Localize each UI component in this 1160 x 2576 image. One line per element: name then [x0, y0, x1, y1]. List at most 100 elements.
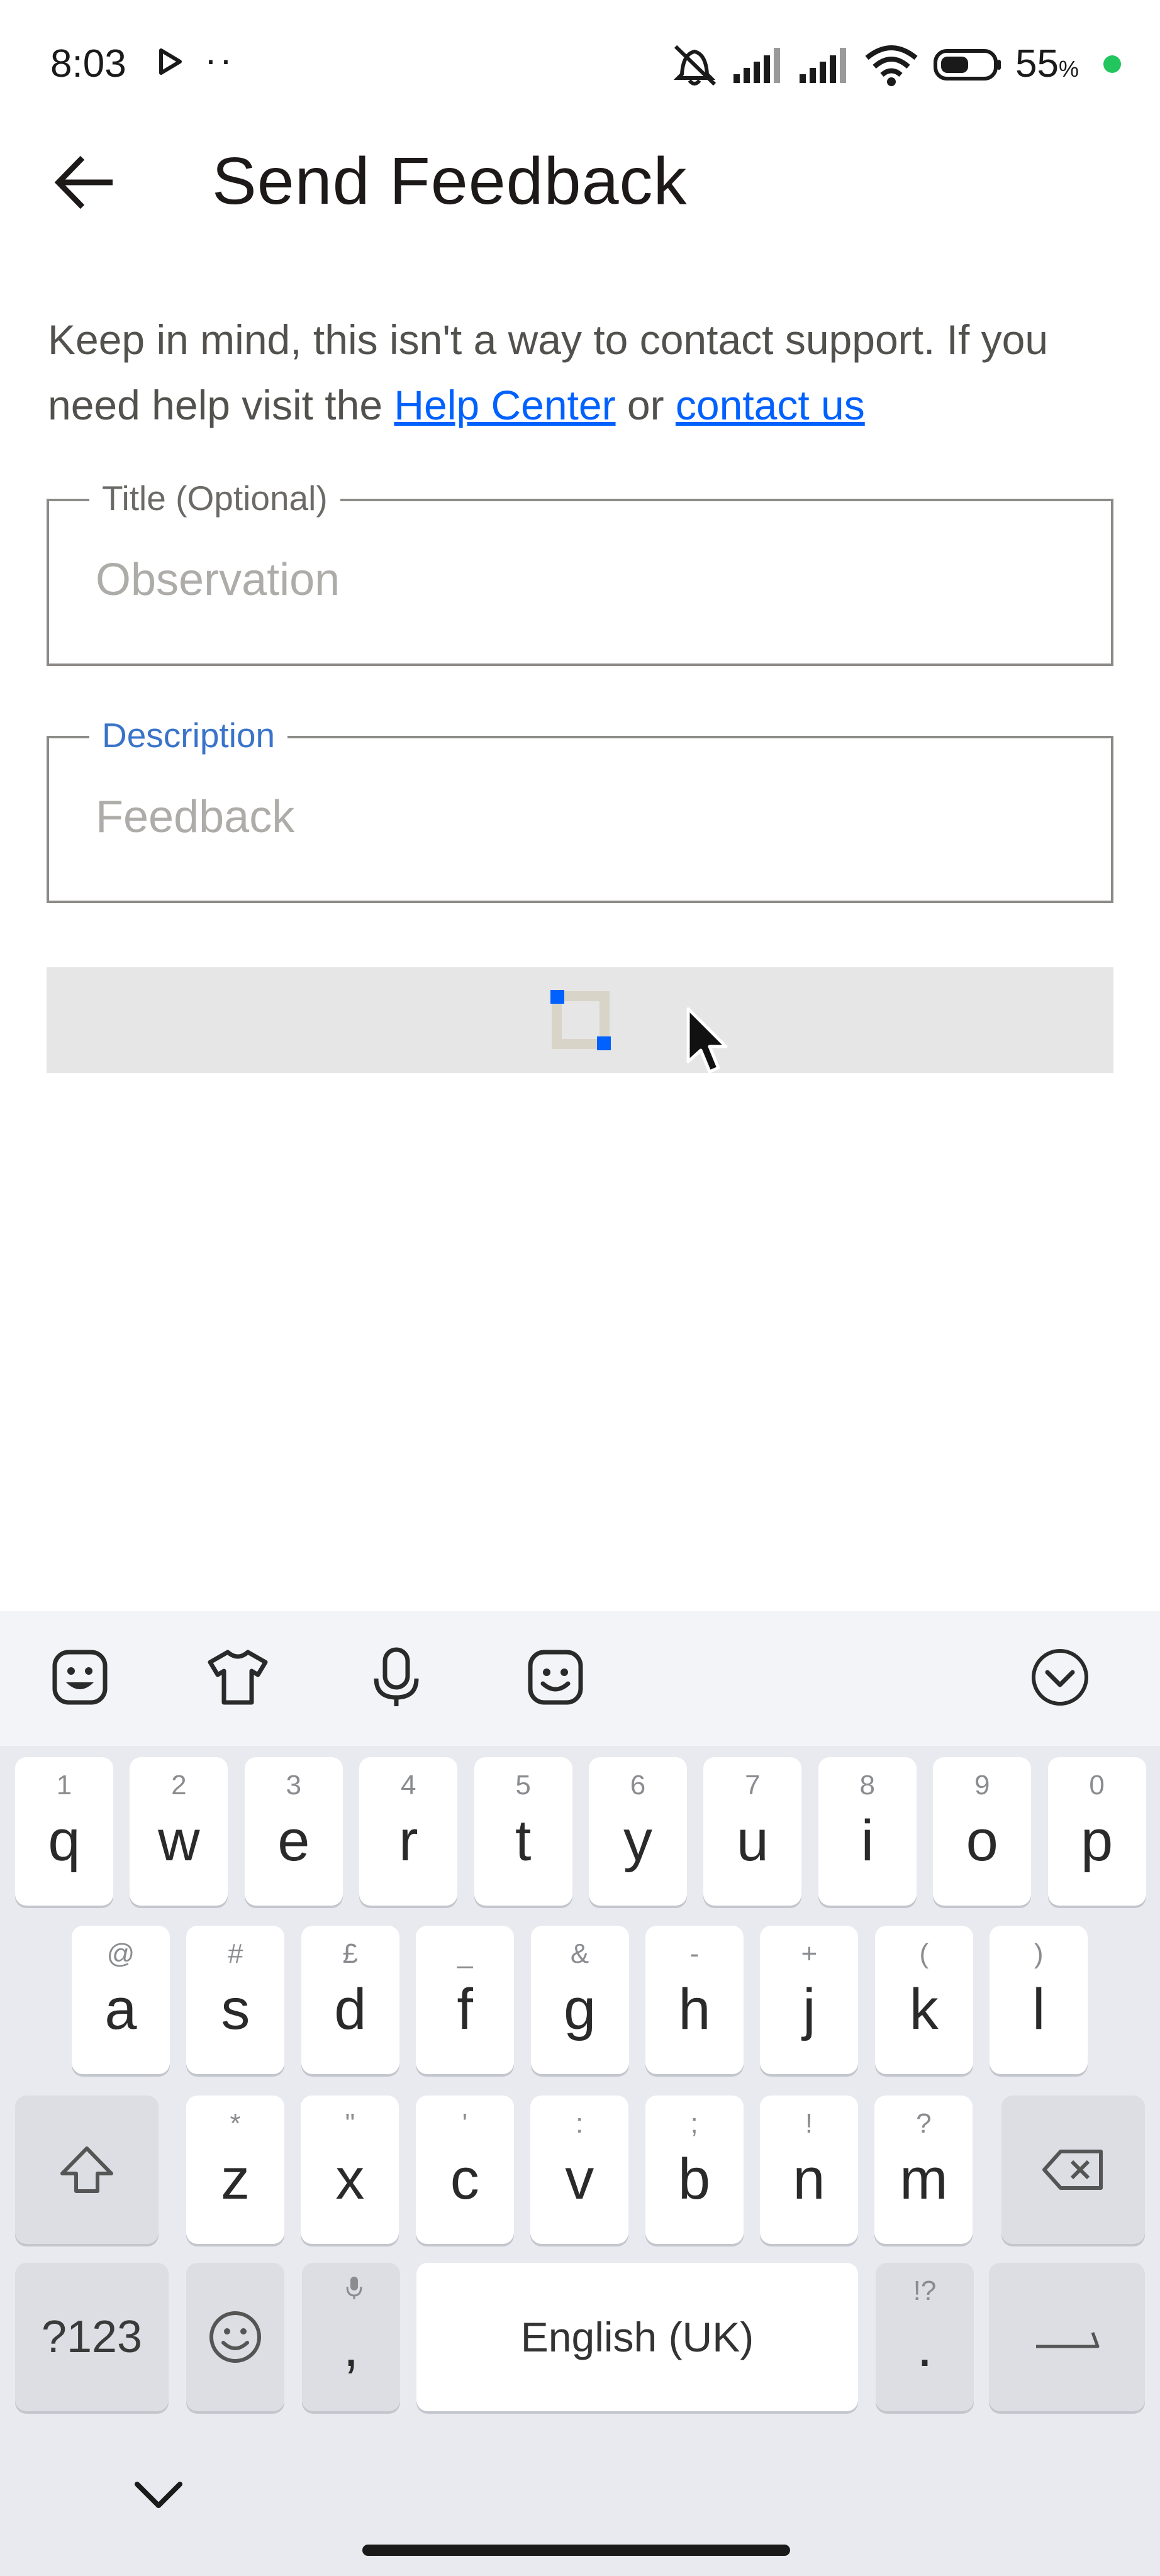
- comma-key-label: ,: [343, 2314, 359, 2379]
- key-j[interactable]: + j: [760, 1926, 859, 2074]
- key-d[interactable]: £ d: [301, 1926, 399, 2074]
- hide-keyboard-chevron-icon[interactable]: [132, 2478, 185, 2515]
- key-m[interactable]: ? m: [874, 2096, 973, 2244]
- key-hint: 3: [286, 1770, 302, 1801]
- period-key[interactable]: !? .: [876, 2263, 974, 2411]
- status-time: 8:03: [50, 42, 126, 86]
- key-label: j: [803, 1977, 816, 2041]
- key-q[interactable]: 1q: [15, 1757, 113, 1906]
- key-label: l: [1032, 1977, 1046, 2041]
- key-y[interactable]: 6y: [589, 1757, 687, 1906]
- key-label: w: [158, 1809, 200, 1873]
- sticker-icon[interactable]: [45, 1643, 114, 1712]
- key-label: k: [909, 1977, 939, 2041]
- enter-key[interactable]: [989, 2263, 1145, 2411]
- key-label: d: [334, 1977, 367, 2041]
- key-f[interactable]: _ f: [416, 1926, 515, 2074]
- key-label: r: [398, 1809, 418, 1873]
- shift-key[interactable]: [15, 2096, 159, 2244]
- key-n[interactable]: ! n: [760, 2096, 858, 2244]
- microphone-icon[interactable]: [362, 1643, 431, 1712]
- key-hint: -: [689, 1938, 700, 1969]
- description-field[interactable]: Description: [47, 713, 1113, 903]
- title-field-label: Title (Optional): [89, 476, 340, 520]
- key-label: o: [966, 1809, 998, 1873]
- key-hint: &: [570, 1938, 589, 1969]
- key-i[interactable]: 8i: [818, 1757, 917, 1906]
- key-o[interactable]: 9o: [933, 1757, 1032, 1906]
- title-field[interactable]: Title (Optional): [47, 476, 1113, 666]
- key-label: b: [678, 2147, 711, 2211]
- play-notification-icon: [157, 48, 182, 79]
- battery-percent-sign: %: [1058, 56, 1079, 82]
- contact-us-link[interactable]: contact us: [676, 382, 865, 428]
- backspace-key[interactable]: [1001, 2096, 1145, 2244]
- key-e[interactable]: 3e: [244, 1757, 343, 1906]
- on-screen-keyboard: 1q2w3e4r5t6y7u8i9o0p @ a # s £ d _ f & g - h + j(k) l …: [0, 1611, 1160, 2576]
- emoji-face-icon[interactable]: [521, 1643, 590, 1712]
- privacy-indicator-dot: [1103, 55, 1121, 73]
- mouse-pointer-icon: [686, 1006, 730, 1079]
- support-notice: Keep in mind, this isn't a way to contac…: [48, 307, 1117, 438]
- key-w[interactable]: 2w: [130, 1757, 228, 1906]
- key-h[interactable]: -h: [645, 1926, 744, 2074]
- description-input[interactable]: [96, 782, 1064, 852]
- arrow-left-icon: [54, 155, 113, 209]
- key-label: m: [900, 2147, 948, 2211]
- key-g[interactable]: & g: [530, 1926, 629, 2074]
- collapse-chevron-icon[interactable]: [1025, 1643, 1095, 1712]
- key-hint: ;: [690, 2108, 698, 2139]
- key-x[interactable]: " x: [301, 2096, 399, 2244]
- comma-key[interactable]: ,: [302, 2263, 400, 2411]
- status-bar: 8:03 ·· 55%: [0, 0, 1160, 132]
- title-input[interactable]: [96, 545, 1064, 614]
- key-v[interactable]: :v: [530, 2096, 629, 2244]
- key-hint: 8: [859, 1770, 876, 1801]
- emoji-key[interactable]: [186, 2263, 284, 2411]
- key-label: f: [457, 1977, 473, 2041]
- key-label: e: [277, 1809, 310, 1873]
- help-center-link[interactable]: Help Center: [394, 382, 615, 428]
- key-hint: _: [457, 1938, 473, 1969]
- key-c[interactable]: ' c: [415, 2096, 514, 2244]
- period-key-label: .: [917, 2314, 933, 2379]
- key-label: p: [1081, 1809, 1113, 1873]
- key-k[interactable]: (k: [874, 1926, 973, 2074]
- symbols-key-label: ?123: [41, 2312, 143, 2362]
- key-r[interactable]: 4r: [359, 1757, 458, 1906]
- period-key-hint: !?: [913, 2275, 937, 2306]
- key-u[interactable]: 7u: [703, 1757, 802, 1906]
- key-hint: ): [1034, 1938, 1044, 1969]
- key-b[interactable]: ; b: [645, 2096, 744, 2244]
- theme-shirt-icon[interactable]: [203, 1643, 272, 1712]
- key-hint: ': [462, 2108, 467, 2139]
- key-p[interactable]: 0p: [1047, 1757, 1146, 1906]
- key-label: g: [564, 1977, 596, 2041]
- comma-mic-hint-icon: [346, 2275, 400, 2307]
- key-z[interactable]: * z: [186, 2096, 284, 2244]
- key-label: t: [515, 1809, 532, 1873]
- key-label: s: [221, 1977, 250, 2041]
- key-l[interactable]: ) l: [990, 1926, 1088, 2074]
- description-field-label: Description: [89, 713, 288, 757]
- notice-text-middle: or: [615, 382, 676, 428]
- key-a[interactable]: @ a: [72, 1926, 170, 2074]
- key-hint: *: [230, 2108, 241, 2139]
- page-title: Send Feedback: [212, 144, 688, 218]
- symbols-key[interactable]: ?123: [15, 2263, 169, 2411]
- smiley-icon: [209, 2311, 261, 2363]
- key-t[interactable]: 5t: [474, 1757, 572, 1906]
- key-label: v: [565, 2147, 594, 2211]
- space-bar[interactable]: English (UK): [416, 2263, 858, 2411]
- key-hint: ": [345, 2108, 355, 2139]
- key-label: a: [104, 1977, 137, 2041]
- key-hint: 9: [974, 1770, 990, 1801]
- battery-percent: 55%: [1015, 42, 1079, 86]
- key-label: y: [623, 1809, 652, 1873]
- back-button[interactable]: [47, 145, 123, 220]
- shift-arrow-icon: [60, 2146, 113, 2193]
- key-label: x: [335, 2147, 365, 2211]
- key-s[interactable]: # s: [186, 1926, 285, 2074]
- key-label: i: [861, 1809, 874, 1873]
- home-indicator[interactable]: [362, 2545, 790, 2556]
